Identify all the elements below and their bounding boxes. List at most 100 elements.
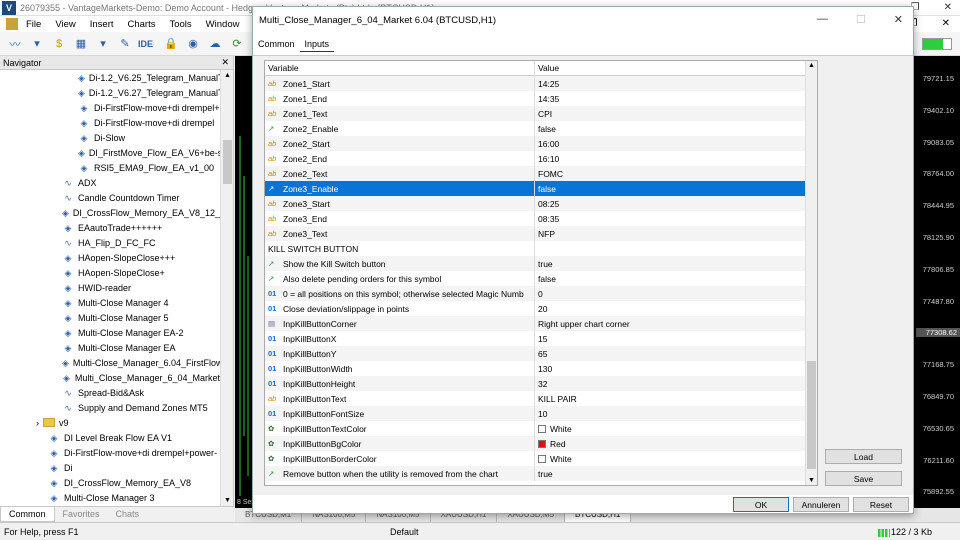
input-value-cell[interactable]: 65: [535, 346, 805, 361]
input-row[interactable]: ✿ InpKillButtonTextColor White: [265, 421, 805, 436]
chart-template-icon[interactable]: ▦: [72, 35, 90, 53]
navigator-item[interactable]: ◈ Multi-Close Manager 4: [0, 295, 220, 310]
close-icon[interactable]: ✕: [944, 2, 952, 13]
ok-button[interactable]: OK: [733, 497, 789, 512]
input-value-cell[interactable]: true: [535, 466, 805, 481]
navigator-item[interactable]: ◈ DI_CrossFlow_Memory_EA_V8: [0, 475, 220, 490]
navigator-close-icon[interactable]: ✕: [221, 57, 229, 68]
input-row[interactable]: 01 InpKillButtonHeight 32: [265, 376, 805, 391]
input-value-cell[interactable]: 14:35: [535, 91, 805, 106]
input-value-cell[interactable]: 20: [535, 301, 805, 316]
tab-favorites[interactable]: Favorites: [55, 507, 108, 522]
menu-view[interactable]: View: [55, 19, 75, 30]
navigator-item[interactable]: ∿ Supply and Demand Zones MT5: [0, 400, 220, 415]
input-row[interactable]: ab Zone1_Text CPI: [265, 106, 805, 121]
dropdown-arrow-icon-2[interactable]: ▾: [94, 35, 112, 53]
input-value-cell[interactable]: false: [535, 181, 805, 196]
dialog-close-icon[interactable]: ✕: [894, 13, 903, 26]
navigator-item[interactable]: ◈ DI_CrossFlow_Memory_EA_V8_12_Sp: [0, 205, 220, 220]
dialog-minimize-icon[interactable]: —: [817, 13, 828, 26]
navigator-scrollbar[interactable]: ▲ ▼: [220, 70, 233, 506]
navigator-item[interactable]: ◈ Multi-Close Manager 3: [0, 490, 220, 505]
input-row[interactable]: ✿ InpKillButtonBorderColor White: [265, 451, 805, 466]
scroll-up-icon[interactable]: ▲: [224, 72, 231, 79]
tab-common[interactable]: Common: [0, 507, 55, 522]
navigator-item[interactable]: ◈ Multi-Close Manager 5: [0, 310, 220, 325]
status-profile[interactable]: Default: [390, 527, 419, 537]
algo-trading-icon[interactable]: ⟳: [228, 35, 246, 53]
input-row[interactable]: ↗ Show the Kill Switch button true: [265, 256, 805, 271]
expert-icon[interactable]: ✎: [116, 35, 134, 53]
input-value-cell[interactable]: White: [535, 421, 805, 436]
navigator-item[interactable]: ◈ Di-1.2_V6.27_Telegram_ManualTr: [0, 85, 220, 100]
chart-close-icon[interactable]: ✕: [942, 18, 950, 29]
input-row[interactable]: ab Zone1_End 14:35: [265, 91, 805, 106]
navigator-item[interactable]: ∿ Spread-Bid&Ask: [0, 385, 220, 400]
input-row[interactable]: KILL SWITCH BUTTON: [265, 241, 805, 256]
input-row[interactable]: ab InpKillButtonText KILL PAIR: [265, 391, 805, 406]
chart-menu-icon[interactable]: [6, 18, 18, 30]
tab-inputs[interactable]: Inputs: [299, 37, 335, 52]
lock-icon[interactable]: 🔒: [162, 35, 180, 53]
navigator-item[interactable]: ◈ Di-Slow: [0, 130, 220, 145]
input-row[interactable]: ✿ InpKillButtonBgColor Red: [265, 436, 805, 451]
scroll-thumb[interactable]: [223, 140, 232, 184]
grid-scrollbar[interactable]: ▲ ▼: [805, 61, 817, 485]
input-value-cell[interactable]: FOMC: [535, 166, 805, 181]
input-value-cell[interactable]: 130: [535, 361, 805, 376]
load-button[interactable]: Load: [825, 449, 902, 464]
input-value-cell[interactable]: false: [535, 271, 805, 286]
navigator-item[interactable]: ◈ Multi-Close Manager EA-2: [0, 325, 220, 340]
cloud-icon[interactable]: ☁: [206, 35, 224, 53]
input-value-cell[interactable]: false: [535, 121, 805, 136]
tab-common-settings[interactable]: Common: [253, 37, 300, 52]
input-value-cell[interactable]: 10: [535, 406, 805, 421]
navigator-item[interactable]: ∿ Candle Countdown Timer: [0, 190, 220, 205]
navigator-item[interactable]: ◈ Di: [0, 460, 220, 475]
navigator-item[interactable]: ◈ HAopen-SlopeClose+++: [0, 250, 220, 265]
tab-chats[interactable]: Chats: [108, 507, 148, 522]
navigator-item[interactable]: ◈ DI_FirstMove_Flow_EA_V6+be-sl: [0, 145, 220, 160]
input-row[interactable]: ↗ Remove button when the utility is remov…: [265, 466, 805, 481]
input-value-cell[interactable]: [535, 241, 805, 256]
navigator-item[interactable]: ∿ HA_Flip_D_FC_FC: [0, 235, 220, 250]
input-row[interactable]: ab Zone2_Text FOMC: [265, 166, 805, 181]
input-value-cell[interactable]: 16:10: [535, 151, 805, 166]
input-row[interactable]: ab Zone2_End 16:10: [265, 151, 805, 166]
input-row[interactable]: 01 InpKillButtonWidth 130: [265, 361, 805, 376]
menu-charts[interactable]: Charts: [128, 19, 156, 30]
input-value-cell[interactable]: 16:00: [535, 136, 805, 151]
navigator-item[interactable]: ◈ Di-1.2_V6.25_Telegram_ManualTr: [0, 70, 220, 85]
navigator-item[interactable]: ◈ DI Level Break Flow EA V1: [0, 430, 220, 445]
save-button[interactable]: Save: [825, 471, 902, 486]
input-row[interactable]: 01 InpKillButtonX 15: [265, 331, 805, 346]
cancel-button[interactable]: Annuleren: [793, 497, 849, 512]
input-row[interactable]: ab Zone3_Start 08:25: [265, 196, 805, 211]
grid-scroll-up-icon[interactable]: ▲: [808, 62, 815, 69]
input-value-cell[interactable]: 08:25: [535, 196, 805, 211]
navigator-item[interactable]: ◈ Multi_Close_Manager_6_04_Market: [0, 370, 220, 385]
input-value-cell[interactable]: 0: [535, 286, 805, 301]
input-row[interactable]: 01 InpKillButtonY 65: [265, 346, 805, 361]
navigator-item[interactable]: ◈ RSI5_EMA9_Flow_EA_v1_00: [0, 160, 220, 175]
input-value-cell[interactable]: NFP: [535, 226, 805, 241]
input-row[interactable]: 01 Close deviation/slippage in points 20: [265, 301, 805, 316]
input-row[interactable]: 01 0 = all positions on this symbol; othe…: [265, 286, 805, 301]
input-value-cell[interactable]: 14:25: [535, 76, 805, 91]
grid-scroll-thumb[interactable]: [807, 361, 816, 469]
input-value-cell[interactable]: Red: [535, 436, 805, 451]
grid-scroll-down-icon[interactable]: ▼: [808, 477, 815, 484]
new-order-icon[interactable]: $: [50, 35, 68, 53]
navigator-item[interactable]: ◈ HAopen-SlopeClose+: [0, 265, 220, 280]
menu-tools[interactable]: Tools: [169, 19, 191, 30]
input-row[interactable]: ab Zone1_Start 14:25: [265, 76, 805, 91]
navigator-item[interactable]: ◈ Di-FirstFlow-move+di drempel+power-: [0, 445, 220, 460]
input-value-cell[interactable]: 32: [535, 376, 805, 391]
navigator-item[interactable]: ◈ Multi-Close Manager EA: [0, 340, 220, 355]
input-value-cell[interactable]: KILL PAIR: [535, 391, 805, 406]
input-value-cell[interactable]: true: [535, 256, 805, 271]
navigator-item[interactable]: ∿ ADX: [0, 175, 220, 190]
signal-icon[interactable]: ◉: [184, 35, 202, 53]
menu-file[interactable]: File: [26, 19, 41, 30]
input-value-cell[interactable]: 08:35: [535, 211, 805, 226]
